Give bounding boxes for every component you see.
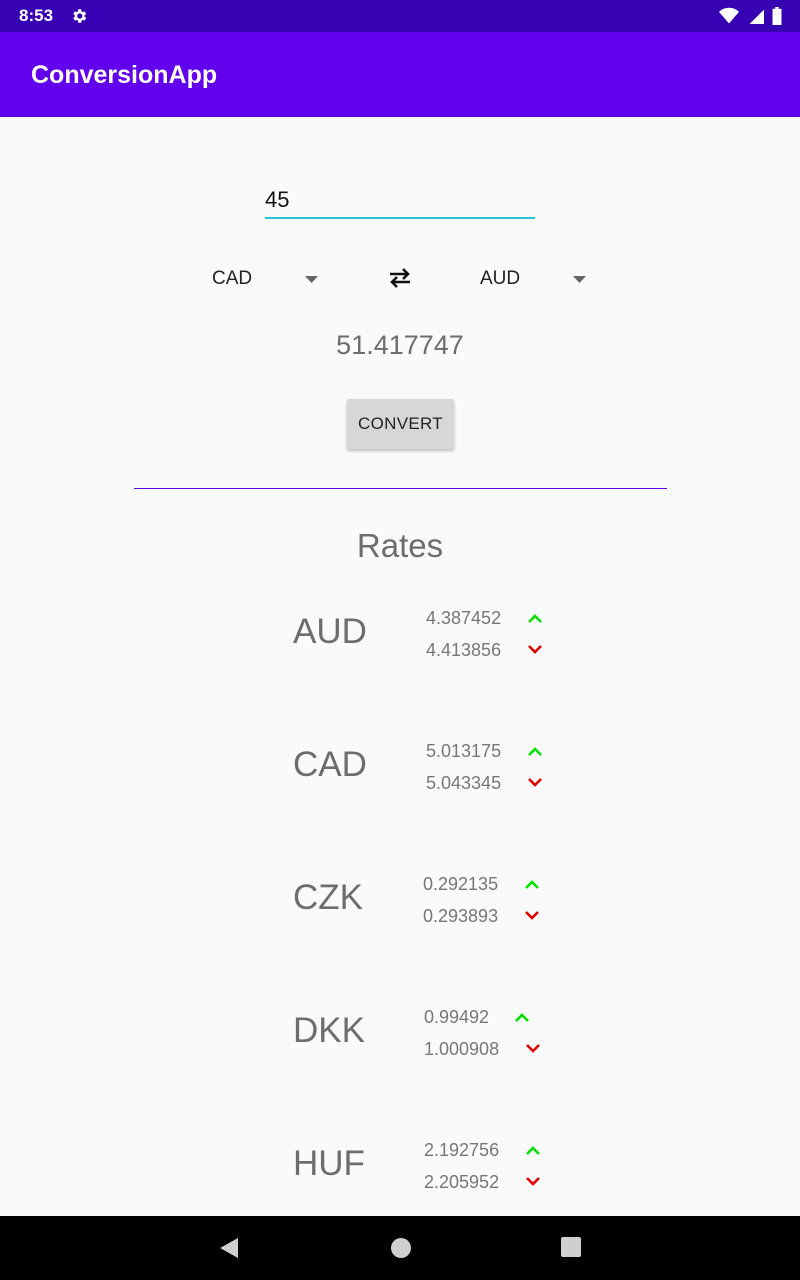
wifi-icon xyxy=(719,7,740,24)
amount-input[interactable] xyxy=(265,183,535,219)
to-currency-value: AUD xyxy=(480,268,521,289)
rate-row: HUF 2.192756 2.205952 xyxy=(0,1140,800,1224)
conversion-result: 51.417747 xyxy=(336,330,464,360)
to-currency-spinner[interactable]: AUD xyxy=(480,262,590,296)
status-time: 8:53 xyxy=(19,6,54,25)
rate-buy-value: 0.99492 xyxy=(424,1007,490,1027)
signal-icon xyxy=(749,9,764,24)
back-icon[interactable] xyxy=(219,1237,239,1259)
status-icons xyxy=(715,7,782,26)
rate-row: CAD 5.013175 5.043345 xyxy=(0,741,800,825)
rate-currency-code: HUF xyxy=(293,1144,365,1183)
navigation-bar xyxy=(0,1216,800,1280)
divider xyxy=(134,488,667,489)
home-icon[interactable] xyxy=(390,1237,412,1259)
rate-row: CZK 0.292135 0.293893 xyxy=(0,874,800,958)
rate-sell-value: 0.293893 xyxy=(423,906,499,926)
from-currency-spinner[interactable]: CAD xyxy=(212,262,322,296)
arrow-up-icon xyxy=(528,614,542,623)
battery-icon xyxy=(772,7,782,26)
arrow-down-icon xyxy=(526,1177,540,1186)
arrow-up-icon xyxy=(525,880,539,889)
rate-sell-value: 2.205952 xyxy=(424,1172,500,1192)
rate-sell-value: 4.413856 xyxy=(426,640,502,660)
arrow-down-icon xyxy=(526,1044,540,1053)
arrow-up-icon xyxy=(528,747,542,756)
rate-currency-code: AUD xyxy=(293,612,367,651)
arrow-down-icon xyxy=(528,778,542,787)
rate-buy-value: 4.387452 xyxy=(426,608,502,628)
app-title: ConversionApp xyxy=(31,61,218,89)
settings-icon xyxy=(70,7,88,30)
arrow-up-icon xyxy=(526,1146,540,1155)
rate-buy-value: 0.292135 xyxy=(423,874,499,894)
rate-currency-code: CAD xyxy=(293,745,367,784)
rates-title: Rates xyxy=(356,527,444,564)
convert-button[interactable]: CONVERT xyxy=(347,399,454,449)
status-bar: 8:53 xyxy=(0,0,800,32)
rate-buy-value: 5.013175 xyxy=(426,741,502,761)
dropdown-arrow-icon xyxy=(573,276,586,283)
arrow-down-icon xyxy=(525,911,539,920)
rate-row: DKK 0.99492 1.000908 xyxy=(0,1007,800,1091)
rate-sell-value: 5.043345 xyxy=(426,773,502,793)
swap-arrows-icon[interactable] xyxy=(386,266,414,290)
rate-buy-value: 2.192756 xyxy=(424,1140,500,1160)
app-bar: ConversionApp xyxy=(0,32,800,117)
rate-sell-value: 1.000908 xyxy=(424,1039,500,1059)
from-currency-value: CAD xyxy=(212,268,253,289)
rate-currency-code: CZK xyxy=(293,878,363,917)
rate-currency-code: DKK xyxy=(293,1011,365,1050)
rate-row: AUD 4.387452 4.413856 xyxy=(0,608,800,692)
recents-icon[interactable] xyxy=(561,1237,581,1257)
arrow-down-icon xyxy=(528,645,542,654)
arrow-up-icon xyxy=(515,1013,529,1022)
dropdown-arrow-icon xyxy=(305,276,318,283)
